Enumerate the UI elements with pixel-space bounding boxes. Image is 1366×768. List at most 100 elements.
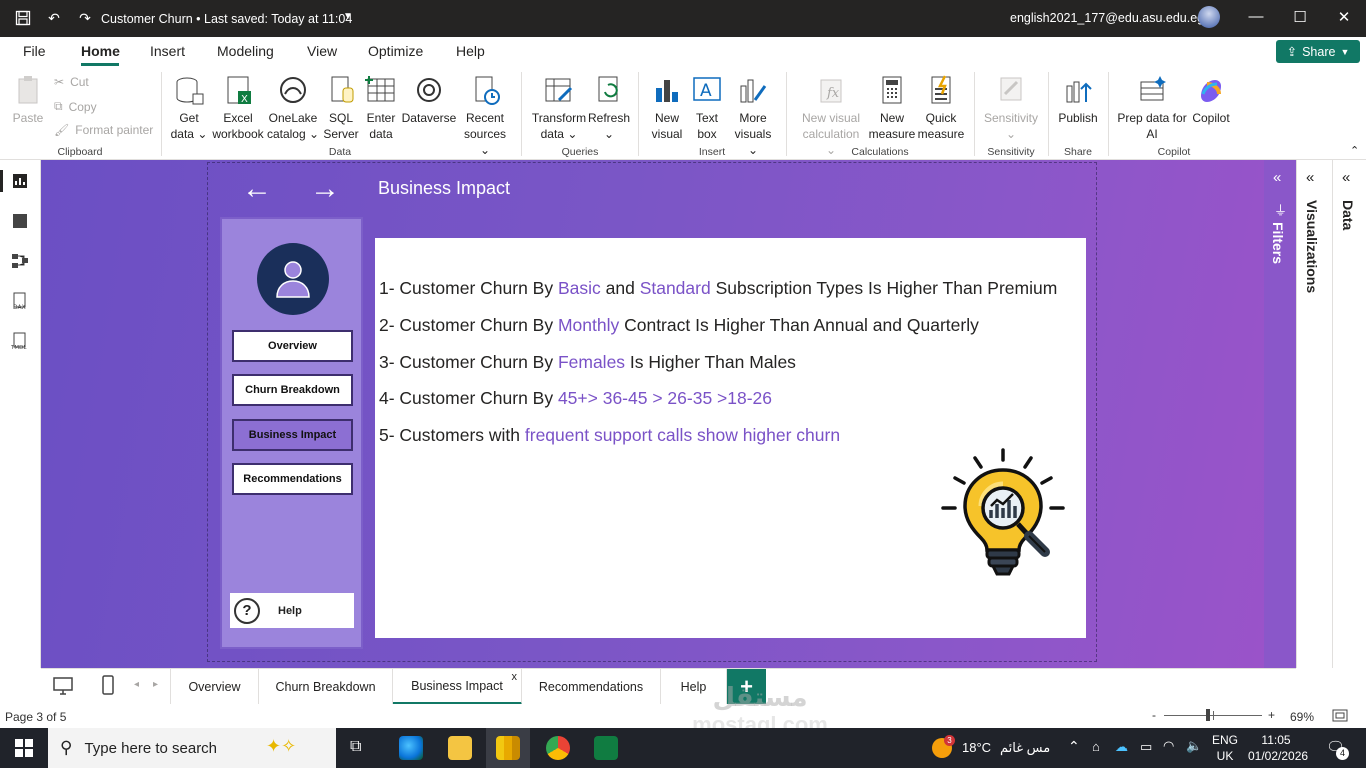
- expand-data-icon[interactable]: «: [1342, 169, 1350, 186]
- powerbi-icon[interactable]: [496, 736, 520, 760]
- maximize-icon[interactable]: ☐: [1289, 8, 1311, 28]
- title-dropdown-icon[interactable]: ▼: [343, 11, 353, 22]
- tab-overview[interactable]: Overview: [170, 669, 259, 705]
- meet-now-icon[interactable]: ⌂: [1092, 739, 1100, 754]
- file-explorer-icon[interactable]: [448, 736, 472, 760]
- excel-workbook-button[interactable]: X Excel workbook: [210, 66, 266, 142]
- menu-optimize[interactable]: Optimize: [368, 43, 423, 59]
- mobile-layout-icon[interactable]: [102, 675, 114, 700]
- dax-query-view-icon[interactable]: DAX: [11, 292, 29, 311]
- expand-visualizations-icon[interactable]: «: [1306, 169, 1314, 186]
- window-title[interactable]: Customer Churn • Last saved: Today at 11…: [101, 12, 352, 26]
- divider: [638, 72, 639, 156]
- expand-filters-icon[interactable]: «: [1273, 169, 1281, 186]
- publish-button[interactable]: Publish: [1054, 66, 1102, 126]
- enter-data-button[interactable]: Enter data: [362, 66, 400, 142]
- scroll-left-icon[interactable]: ◂: [134, 679, 139, 690]
- avatar[interactable]: [1198, 6, 1220, 28]
- tab-help[interactable]: Help: [661, 669, 727, 705]
- share-button[interactable]: ⇪ Share ▼: [1276, 40, 1360, 63]
- get-data-button[interactable]: Get data ⌄: [168, 66, 210, 142]
- quick-measure-button[interactable]: Quick measure: [916, 66, 966, 142]
- filters-pane[interactable]: « ⏚ Filters: [1264, 160, 1296, 668]
- tab-churn-breakdown[interactable]: Churn Breakdown: [259, 669, 393, 705]
- onedrive-icon[interactable]: ☁: [1115, 739, 1128, 755]
- chrome-icon[interactable]: [546, 736, 570, 760]
- tab-recommendations[interactable]: Recommendations: [522, 669, 661, 705]
- back-arrow-icon[interactable]: ←: [242, 174, 272, 204]
- collapse-ribbon-icon[interactable]: ⌃: [1350, 144, 1359, 157]
- task-view-icon[interactable]: ⧉: [350, 738, 361, 756]
- help-button[interactable]: ? Help: [230, 593, 354, 628]
- tmdl-view-icon[interactable]: TMDL: [10, 332, 29, 351]
- sql-server-button[interactable]: SQL Server: [320, 66, 362, 142]
- close-icon[interactable]: ✕: [1333, 8, 1355, 28]
- edge-icon[interactable]: [399, 736, 423, 760]
- nav-business-impact-button[interactable]: Business Impact: [232, 419, 353, 451]
- cut-button[interactable]: ✂ Cut: [54, 75, 89, 89]
- zoom-in-button[interactable]: +: [1268, 708, 1275, 722]
- model-view-icon[interactable]: [11, 252, 29, 270]
- show-hidden-icons[interactable]: ⌃: [1068, 738, 1080, 755]
- account-email[interactable]: english2021_177@edu.asu.edu.eg: [1010, 11, 1204, 25]
- dataverse-button[interactable]: Dataverse: [400, 66, 458, 126]
- data-pane-label[interactable]: Data: [1340, 200, 1356, 230]
- new-visual-calculation-button[interactable]: fx New visual calculation ⌄: [796, 66, 866, 158]
- taskbar-search[interactable]: ⚲ Type here to search ✦✧: [48, 728, 336, 768]
- transform-data-button[interactable]: Transform data ⌄: [530, 66, 588, 142]
- refresh-button[interactable]: Refresh ⌄: [588, 66, 630, 142]
- nav-recommendations-button[interactable]: Recommendations: [232, 463, 353, 495]
- zoom-slider[interactable]: [1164, 709, 1262, 721]
- weather-temp[interactable]: 18°C: [962, 740, 991, 755]
- paste-button[interactable]: Paste: [8, 66, 48, 126]
- menu-modeling[interactable]: Modeling: [217, 43, 274, 59]
- divider: [1048, 72, 1049, 156]
- redo-icon[interactable]: ↷: [76, 9, 94, 27]
- undo-icon[interactable]: ↶: [45, 9, 63, 27]
- menu-home[interactable]: Home: [81, 43, 120, 59]
- volume-icon[interactable]: 🔈: [1186, 738, 1202, 754]
- nav-overview-button[interactable]: Overview: [232, 330, 353, 362]
- menu-view[interactable]: View: [307, 43, 337, 59]
- zoom-thumb[interactable]: [1206, 709, 1211, 721]
- new-visual-button[interactable]: New visual: [648, 66, 686, 142]
- menu-insert[interactable]: Insert: [150, 43, 185, 59]
- tab-business-impact[interactable]: Business Impact x: [393, 669, 522, 705]
- new-measure-button[interactable]: New measure: [868, 66, 916, 142]
- minimize-icon[interactable]: —: [1245, 8, 1267, 28]
- clock[interactable]: 11:05 01/02/2026: [1248, 732, 1308, 764]
- dataverse-label: Dataverse: [401, 111, 457, 125]
- weather-text[interactable]: مس غائم: [1000, 740, 1050, 756]
- format-painter-button[interactable]: 🖌 Format painter: [54, 123, 153, 137]
- text-box-button[interactable]: A Text box: [688, 66, 726, 142]
- save-icon[interactable]: [14, 9, 32, 27]
- desktop-layout-icon[interactable]: [53, 677, 73, 700]
- table-view-icon[interactable]: [11, 212, 29, 230]
- prep-data-for-ai-button[interactable]: Prep data for AI: [1114, 66, 1190, 142]
- close-tab-icon[interactable]: x: [512, 671, 518, 683]
- onelake-catalog-button[interactable]: OneLake catalog ⌄: [266, 66, 320, 142]
- forward-arrow-icon[interactable]: →: [310, 174, 340, 204]
- zoom-out-button[interactable]: -: [1152, 708, 1156, 722]
- windows-start-icon[interactable]: [15, 739, 33, 760]
- menu-bar: File Home Insert Modeling View Optimize …: [0, 37, 1366, 66]
- battery-icon[interactable]: ▭: [1140, 739, 1152, 755]
- sensitivity-button[interactable]: Sensitivity ⌄: [980, 66, 1042, 142]
- language-indicator[interactable]: ENG UK: [1212, 732, 1238, 764]
- wifi-icon[interactable]: ◠: [1163, 738, 1174, 754]
- more-visuals-button[interactable]: More visuals ⌄: [728, 66, 778, 158]
- zoom-level[interactable]: 69%: [1290, 710, 1314, 724]
- menu-help[interactable]: Help: [456, 43, 485, 59]
- menu-file[interactable]: File: [23, 43, 46, 59]
- scroll-right-icon[interactable]: ▸: [153, 679, 158, 690]
- report-view-icon[interactable]: [11, 172, 29, 190]
- copilot-button[interactable]: Copilot: [1188, 66, 1234, 126]
- add-page-button[interactable]: +: [727, 669, 766, 705]
- visualizations-pane-label[interactable]: Visualizations: [1304, 200, 1320, 293]
- fit-to-page-icon[interactable]: [1332, 709, 1348, 725]
- excel-taskbar-icon[interactable]: [594, 736, 618, 760]
- tab-business-impact-label: Business Impact: [411, 678, 503, 693]
- copy-button[interactable]: ⧉ Copy: [54, 99, 97, 114]
- recent-sources-button[interactable]: Recent sources ⌄: [458, 66, 512, 158]
- nav-churn-breakdown-button[interactable]: Churn Breakdown: [232, 374, 353, 406]
